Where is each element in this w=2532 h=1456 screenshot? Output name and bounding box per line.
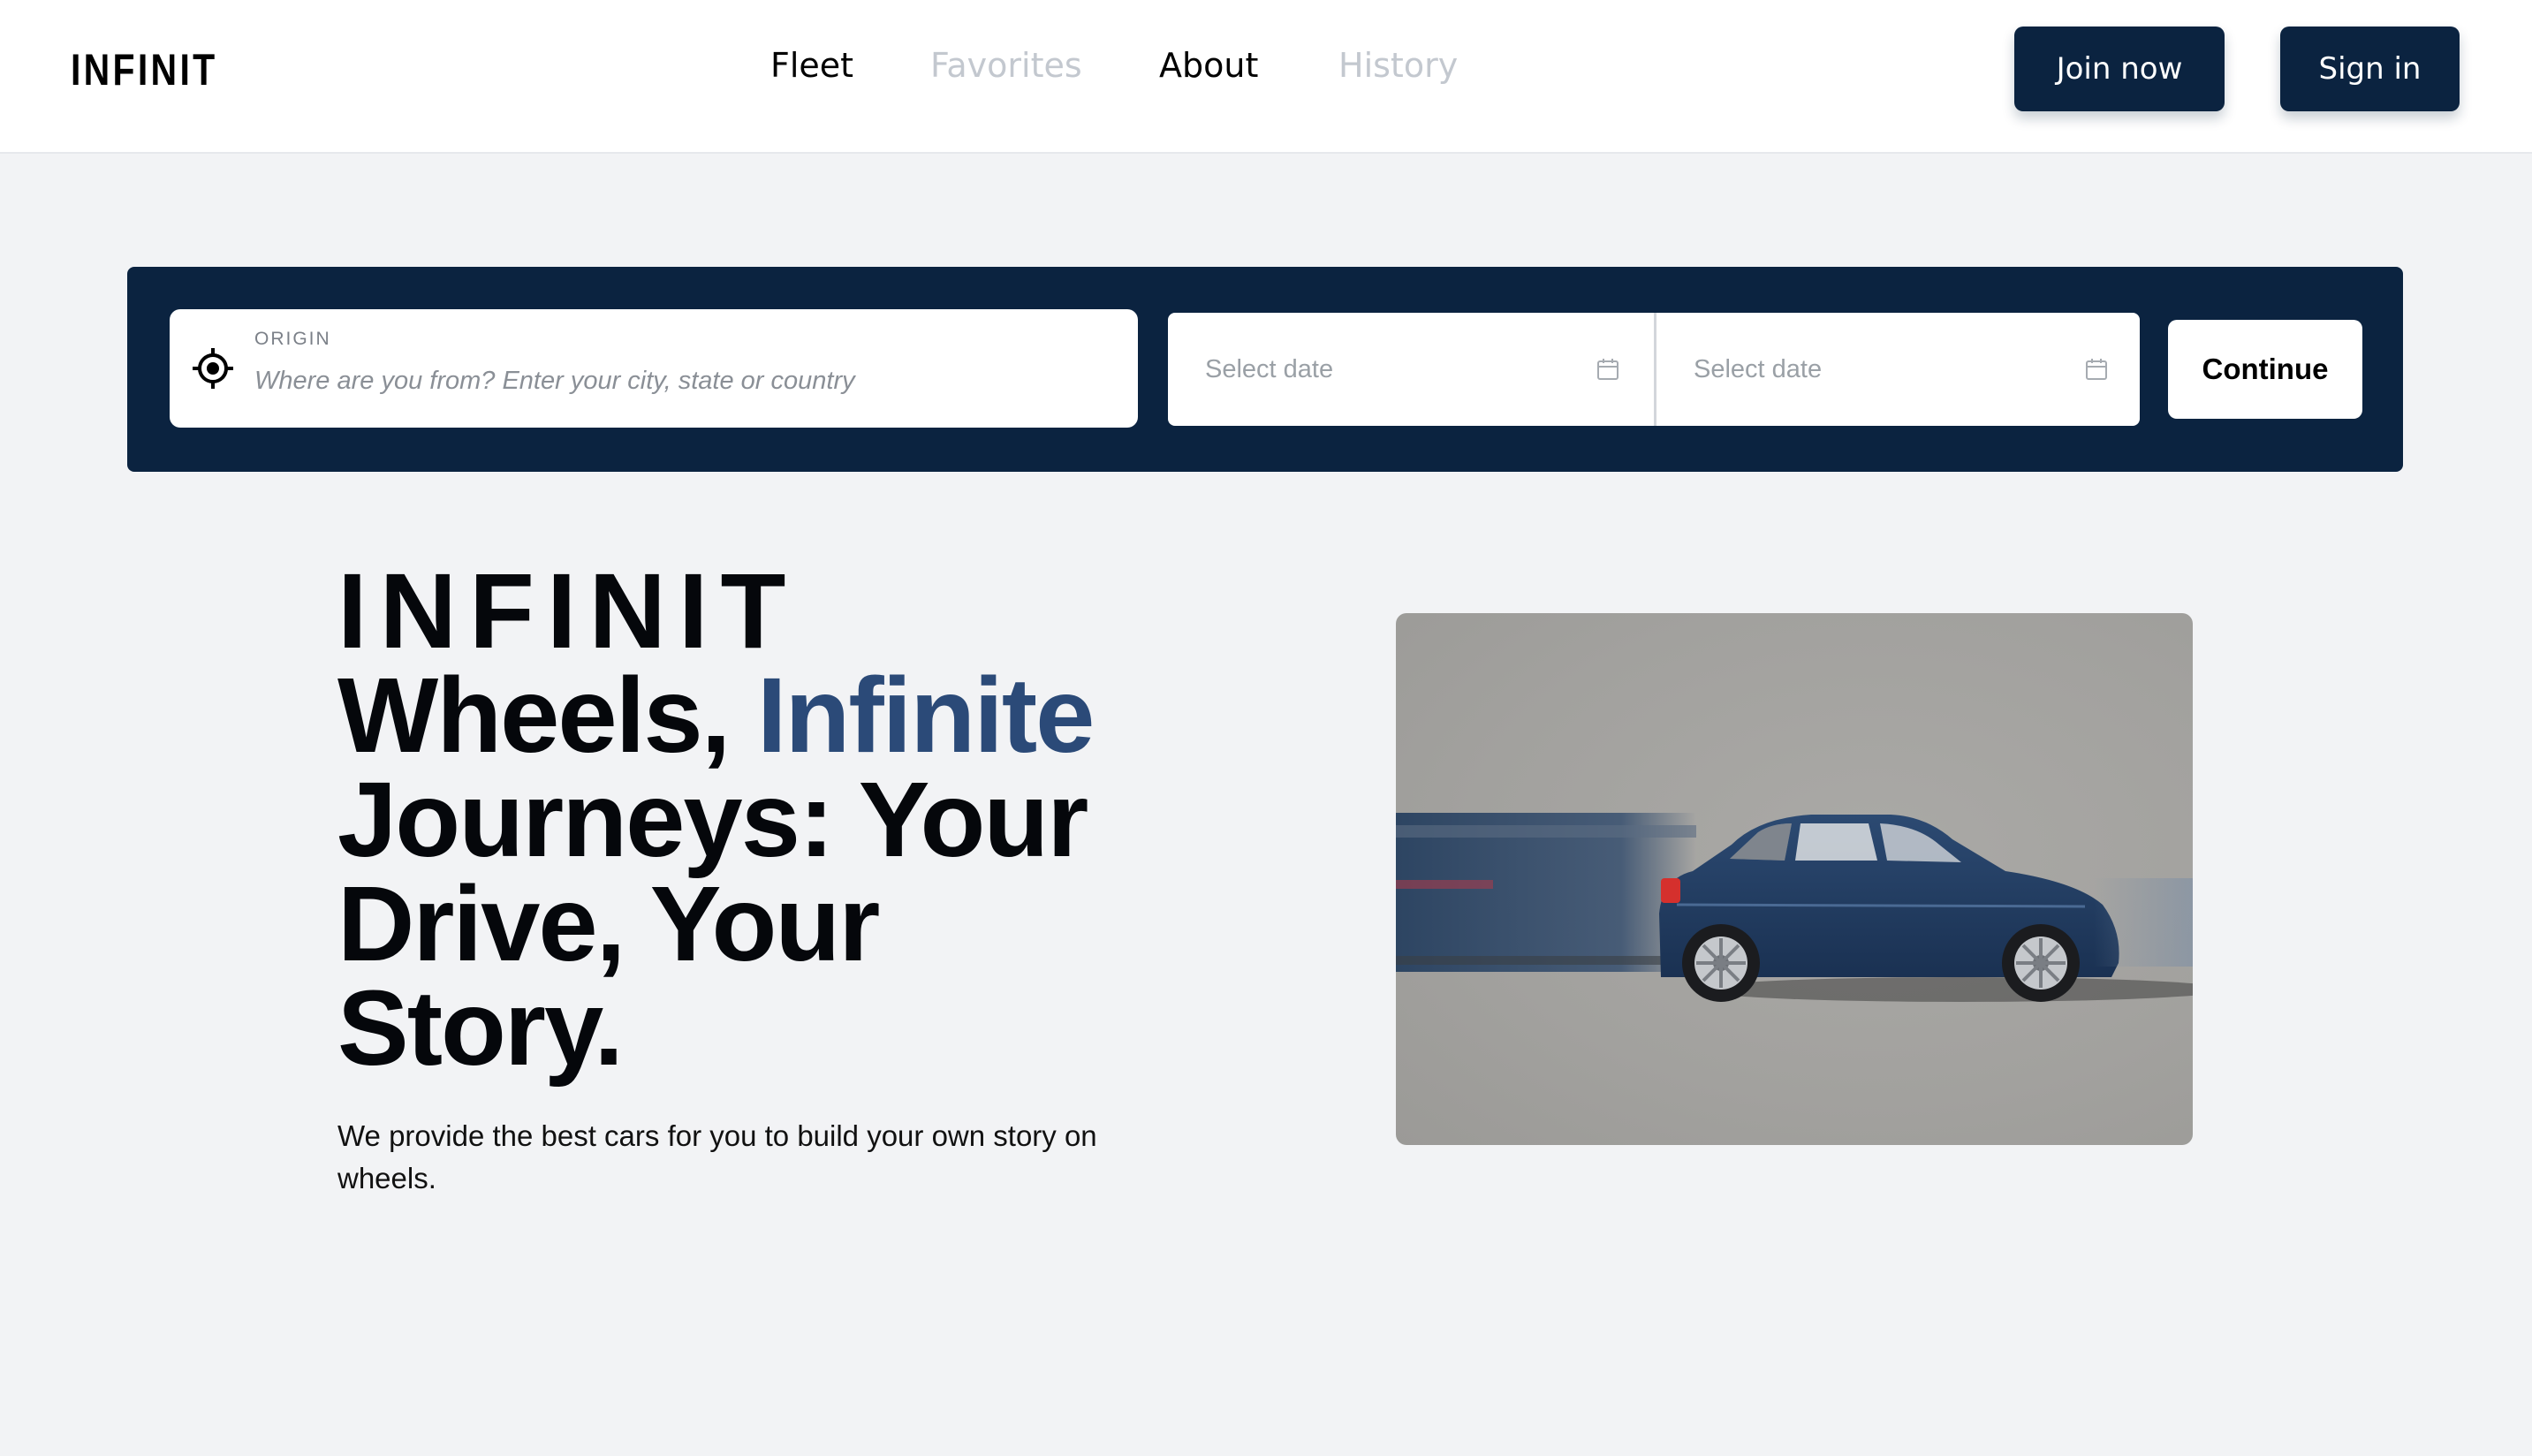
continue-button[interactable]: Continue	[2168, 320, 2362, 419]
origin-field[interactable]: ORIGIN	[170, 309, 1138, 428]
join-now-button[interactable]: Join now	[2014, 27, 2225, 111]
nav-about[interactable]: About	[1159, 46, 1258, 85]
hero-line-3: Drive, Your	[337, 863, 880, 983]
hero-heading: INFINIT Wheels, Infinite Journeys: Your …	[337, 550, 1095, 1088]
origin-label: ORIGIN	[254, 329, 331, 349]
end-date-field[interactable]: Select date	[1654, 313, 2140, 426]
nav-fleet[interactable]: Fleet	[770, 46, 853, 85]
hero-line-1: Wheels, Infinite	[337, 662, 1095, 769]
blue-hatchback-car-illustration	[1396, 813, 2193, 1002]
brand-logo[interactable]: INFINIT	[71, 44, 217, 95]
calendar-icon	[2086, 359, 2107, 380]
date-range-picker: Select date Select date	[1168, 313, 2140, 426]
start-date-field[interactable]: Select date	[1168, 313, 1652, 426]
nav-favorites[interactable]: Favorites	[930, 46, 1082, 85]
end-date-placeholder: Select date	[1694, 354, 1823, 383]
calendar-icon	[1597, 359, 1619, 380]
sign-in-button[interactable]: Sign in	[2280, 27, 2460, 111]
start-date-placeholder: Select date	[1205, 354, 1334, 383]
hero-line-4: Story.	[337, 967, 624, 1088]
top-header: INFINIT Fleet Favorites About History Jo…	[0, 0, 2532, 154]
hero-line-1-text: Wheels,	[337, 655, 757, 775]
hero-subtitle: We provide the best cars for you to buil…	[337, 1119, 1097, 1194]
location-target-icon	[193, 348, 233, 389]
hero-car-image	[1396, 613, 2193, 1145]
hero-line-2: Journeys: Your	[337, 759, 1088, 879]
nav-history[interactable]: History	[1338, 46, 1458, 85]
hero-brand: INFINIT	[337, 550, 799, 671]
trip-search-bar: ORIGIN Select date Select date Continue	[127, 267, 2403, 472]
origin-input[interactable]	[254, 359, 1103, 403]
hero-accent-word: Infinite	[756, 655, 1095, 775]
